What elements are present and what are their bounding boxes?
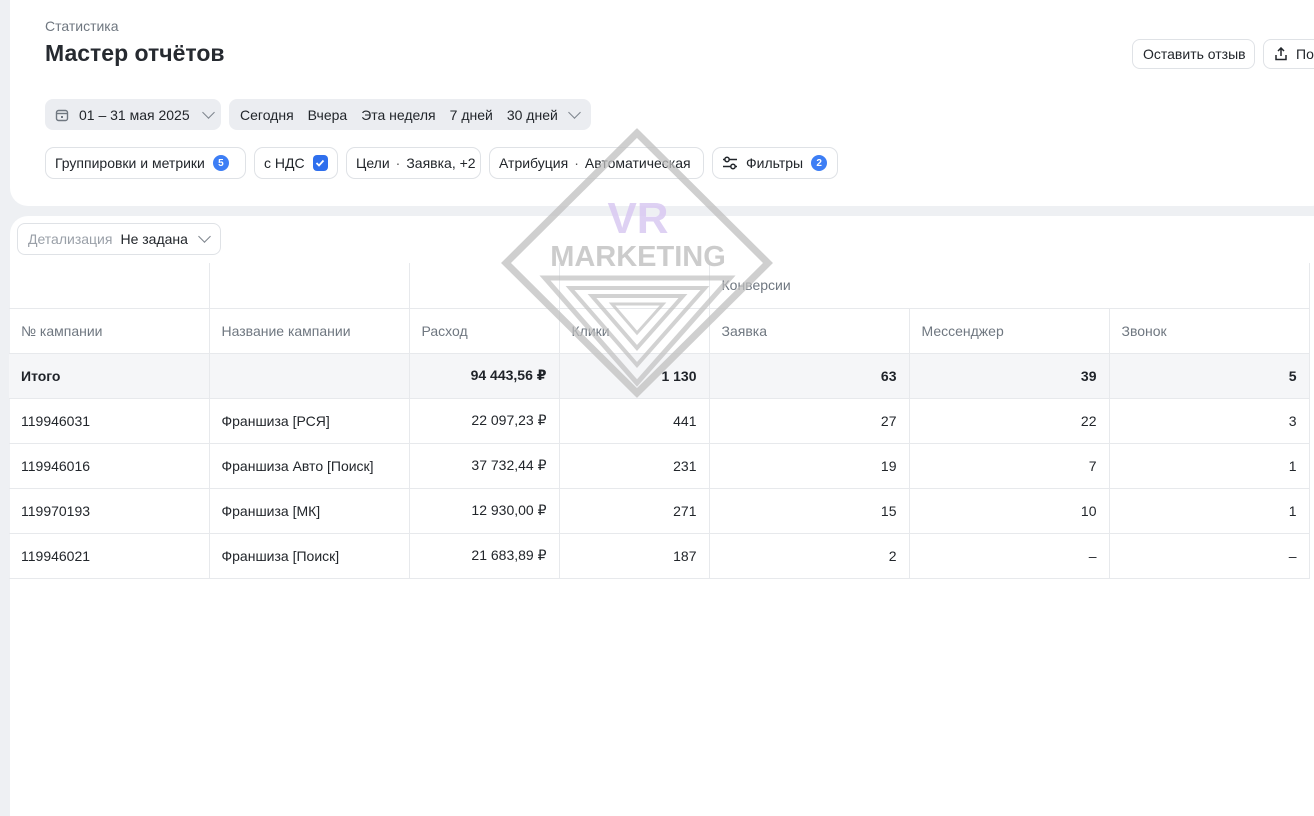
cost-cell: 22 097,23 ₽ [409,398,560,444]
campaign-id: 119946021 [9,533,210,579]
group-header-row: Конверсии [9,263,1310,309]
attribution-chip[interactable]: Атрибуция · Автоматическая [489,147,704,179]
leads-cell: 27 [709,398,910,444]
report-table: Конверсии № кампании Название кампании Р… [9,263,1310,579]
export-button-label: По [1296,46,1314,62]
column-header[interactable]: Название кампании [209,308,410,354]
checkmark-icon [316,159,325,167]
date-range-picker[interactable]: 01 – 31 мая 2025 [45,99,221,130]
chevron-down-icon [198,230,211,243]
total-clicks: 1 130 [559,353,710,399]
period-today[interactable]: Сегодня [240,107,294,123]
clicks-cell: 187 [559,533,710,579]
goals-value: Заявка, +2 [406,155,476,171]
vat-checkbox[interactable] [312,155,328,171]
vat-label: с НДС [264,155,305,171]
filters-count-badge: 2 [811,155,828,171]
chevron-down-icon [201,105,215,119]
clicks-cell: 231 [559,443,710,489]
calls-cell: 1 [1109,488,1310,534]
table-row: 119946021 Франшиза [Поиск] 21 683,89 ₽ 1… [9,533,1310,579]
filters-label: Фильтры [746,155,804,171]
messenger-cell: 22 [909,398,1110,444]
calls-cell: – [1109,533,1310,579]
total-label: Итого [9,353,210,399]
clicks-cell: 441 [559,398,710,444]
feedback-button[interactable]: Оставить отзыв [1132,39,1255,69]
period-30-days[interactable]: 30 дней [507,107,558,123]
filters-chip[interactable]: Фильтры 2 [712,147,838,179]
messenger-cell: 10 [909,488,1110,534]
chevron-down-icon[interactable] [567,105,581,119]
campaign-id: 119946016 [9,443,210,489]
campaign-name: Франшиза [МК] [209,488,410,534]
export-button[interactable]: По [1263,39,1314,69]
page-title: Мастер отчётов [45,40,225,66]
column-header[interactable]: Клики [559,308,710,354]
table-row: 119970193 Франшиза [МК] 12 930,00 ₽ 271 … [9,488,1310,534]
goals-separator: · [395,155,401,171]
feedback-button-label: Оставить отзыв [1143,46,1246,62]
attribution-value: Автоматическая [584,155,691,171]
total-messenger: 39 [909,353,1110,399]
leads-cell: 2 [709,533,910,579]
calendar-icon [55,109,69,121]
column-header-row: № кампании Название кампании Расход Клик… [9,308,1310,354]
clicks-cell: 271 [559,488,710,534]
campaign-id: 119970193 [9,488,210,534]
campaign-name: Франшиза [Поиск] [209,533,410,579]
table-row: 119946016 Франшиза Авто [Поиск] 37 732,4… [9,443,1310,489]
breadcrumb[interactable]: Статистика [45,18,119,34]
sliders-icon [723,156,737,170]
column-header[interactable]: Мессенджер [909,308,1110,354]
campaign-id: 119946031 [9,398,210,444]
detail-selector[interactable]: Детализация Не задана [17,223,221,255]
calls-cell: 3 [1109,398,1310,444]
goals-chip[interactable]: Цели · Заявка, +2 [346,147,481,179]
period-7-days[interactable]: 7 дней [450,107,493,123]
attribution-separator: · [574,155,579,171]
vat-toggle[interactable]: с НДС [254,147,338,179]
cost-cell: 37 732,44 ₽ [409,443,560,489]
groupings-count-badge: 5 [212,155,229,171]
leads-cell: 15 [709,488,910,534]
detail-label: Детализация [28,231,113,247]
detail-value: Не задана [120,231,188,247]
cost-cell: 12 930,00 ₽ [409,488,560,534]
table-row: 119946031 Франшиза [РСЯ] 22 097,23 ₽ 441… [9,398,1310,444]
campaign-name: Франшиза [РСЯ] [209,398,410,444]
calls-cell: 1 [1109,443,1310,489]
goals-label: Цели [356,155,390,171]
total-cost: 94 443,56 ₽ [409,353,560,399]
total-calls: 5 [1109,353,1310,399]
column-header[interactable]: № кампании [9,308,210,354]
attribution-label: Атрибуция [499,155,569,171]
column-header[interactable]: Звонок [1109,308,1310,354]
conversions-group-header: Конверсии [709,263,1310,309]
leads-cell: 19 [709,443,910,489]
messenger-cell: 7 [909,443,1110,489]
total-row: Итого 94 443,56 ₽ 1 130 63 39 5 [9,353,1310,399]
messenger-cell: – [909,533,1110,579]
groupings-metrics-chip[interactable]: Группировки и метрики 5 [45,147,246,179]
period-this-week[interactable]: Эта неделя [361,107,435,123]
period-selector: Сегодня Вчера Эта неделя 7 дней 30 дней [229,99,591,130]
date-range-value: 01 – 31 мая 2025 [79,106,190,123]
groupings-metrics-label: Группировки и метрики [55,155,205,171]
cost-cell: 21 683,89 ₽ [409,533,560,579]
column-header[interactable]: Заявка [709,308,910,354]
total-leads: 63 [709,353,910,399]
campaign-name: Франшиза Авто [Поиск] [209,443,410,489]
upload-icon [1275,47,1287,61]
column-header[interactable]: Расход [409,308,560,354]
period-yesterday[interactable]: Вчера [308,107,348,123]
